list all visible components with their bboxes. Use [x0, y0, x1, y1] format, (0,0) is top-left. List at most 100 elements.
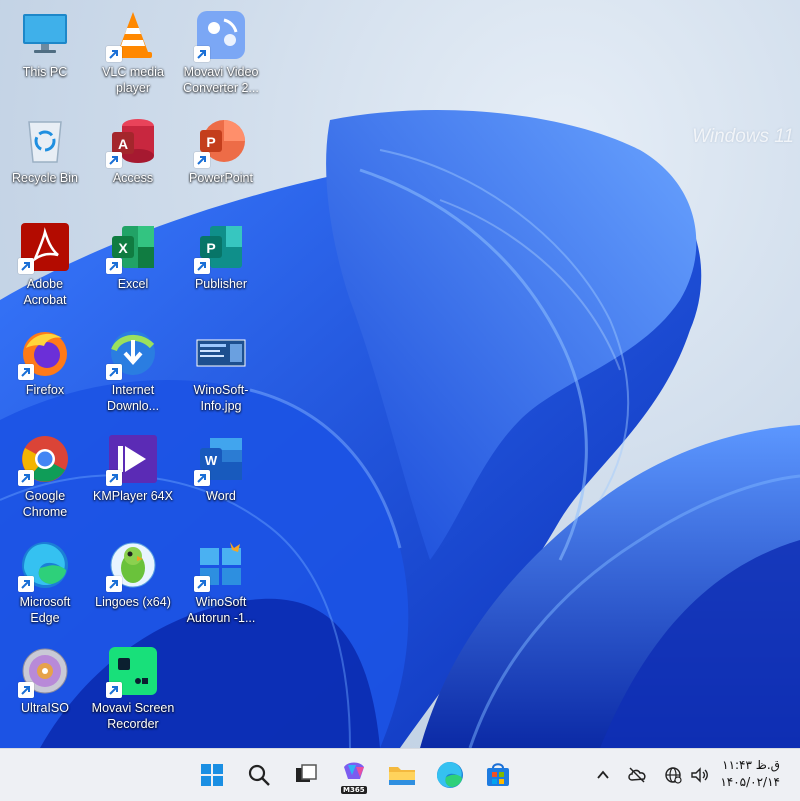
start-icon[interactable] — [196, 759, 228, 791]
desktop-icon-publisher[interactable]: P Publisher — [178, 222, 264, 292]
shortcut-arrow-icon — [194, 46, 210, 62]
desktop-icon-microsoft-edge[interactable]: Microsoft Edge — [2, 540, 88, 626]
icon-label: Movavi Video Converter 2... — [183, 65, 259, 95]
taskbar: M365 ۱۱:۴۳ ق.ظ ۱۴۰۵/۰۲/۱۴ — [0, 748, 800, 801]
shortcut-arrow-icon — [194, 576, 210, 592]
idm-icon — [106, 328, 158, 380]
volume-icon[interactable] — [688, 764, 710, 786]
watermark-title: Windows 11 — [692, 126, 794, 147]
desktop-icon-adobe-acrobat[interactable]: Adobe Acrobat — [2, 222, 88, 308]
chevron-up-icon[interactable] — [592, 764, 614, 786]
recycle-bin-icon — [20, 116, 70, 166]
svg-text:X: X — [118, 240, 128, 256]
desktop-icon-powerpoint[interactable]: P PowerPoint — [178, 116, 264, 186]
clock[interactable]: ۱۱:۴۳ ق.ظ ۱۴۰۵/۰۲/۱۴ — [720, 757, 780, 791]
svg-text:P: P — [206, 134, 215, 150]
edge-icon — [18, 540, 70, 592]
desktop-icon-vlc[interactable]: VLC media player — [90, 10, 176, 96]
shortcut-arrow-icon — [106, 258, 122, 274]
icon-label: Movavi Screen Recorder — [91, 701, 175, 731]
icon-label: Access — [112, 171, 154, 185]
icon-label: Google Chrome — [22, 489, 68, 519]
ultraiso-icon — [18, 646, 70, 698]
icon-label: Microsoft Edge — [19, 595, 71, 625]
shortcut-arrow-icon — [194, 152, 210, 168]
shortcut-arrow-icon — [106, 46, 122, 62]
desktop-icon-ultraiso[interactable]: UltraISO — [2, 646, 88, 716]
icon-label: Word — [206, 489, 236, 503]
monitor-icon — [20, 10, 70, 60]
shortcut-arrow-icon — [194, 470, 210, 486]
powerpoint-icon: P — [194, 116, 246, 168]
desktop-icon-lingoes[interactable]: Lingoes (x64) — [90, 540, 176, 610]
desktop-icon-internet-download-manager[interactable]: Internet Downlo... — [90, 328, 176, 414]
icon-label: KMPlayer 64X — [93, 489, 173, 503]
icon-label: Firefox — [25, 383, 65, 397]
icon-label: Publisher — [194, 277, 248, 291]
shortcut-arrow-icon — [106, 576, 122, 592]
clock-date: ۱۴۰۵/۰۲/۱۴ — [720, 775, 780, 789]
shortcut-arrow-icon — [106, 682, 122, 698]
desktop-icon-winosoft-autorun[interactable]: WinoSoft Autorun -1... — [178, 540, 264, 626]
shortcut-arrow-icon — [18, 682, 34, 698]
chrome-icon — [18, 434, 70, 486]
access-icon: A — [106, 116, 158, 168]
shortcut-arrow-icon — [106, 470, 122, 486]
firefox-icon — [18, 328, 70, 380]
m365-badge: M365 — [341, 786, 367, 794]
shortcut-arrow-icon — [18, 576, 34, 592]
desktop-icon-movavi-screen-recorder[interactable]: Movavi Screen Recorder — [90, 646, 176, 732]
clock-time: ۱۱:۴۳ ق.ظ — [722, 758, 780, 772]
network-globe-icon[interactable] — [662, 764, 684, 786]
shortcut-arrow-icon — [18, 258, 34, 274]
desktop[interactable]: Windows 11 This PC Recycle Bin Adobe Acr… — [0, 0, 800, 748]
desktop-icon-recycle-bin[interactable]: Recycle Bin — [2, 116, 88, 186]
svg-text:W: W — [205, 453, 218, 468]
search-icon[interactable] — [243, 759, 275, 791]
svg-text:A: A — [118, 136, 128, 152]
excel-icon: X — [106, 222, 158, 274]
shortcut-arrow-icon — [194, 258, 210, 274]
desktop-icon-firefox[interactable]: Firefox — [2, 328, 88, 398]
icon-label: Recycle Bin — [12, 171, 78, 185]
cloud-offline-icon[interactable] — [626, 764, 648, 786]
icon-label: UltraISO — [21, 701, 69, 715]
winosoft-autorun-icon — [194, 540, 246, 592]
desktop-icon-this-pc[interactable]: This PC — [2, 10, 88, 80]
icon-label: Internet Downlo... — [106, 383, 160, 413]
shortcut-arrow-icon — [106, 364, 122, 380]
desktop-icon-access[interactable]: A Access — [90, 116, 176, 186]
svg-text:P: P — [206, 240, 215, 256]
desktop-icon-movavi-video-converter[interactable]: Movavi Video Converter 2... — [178, 10, 264, 96]
microsoft-store-icon[interactable] — [482, 759, 514, 791]
icon-label: Lingoes (x64) — [95, 595, 171, 609]
acrobat-icon — [18, 222, 70, 274]
icon-label: VLC media player — [102, 65, 164, 95]
shortcut-arrow-icon — [18, 364, 34, 380]
os-watermark: Windows 11 — [692, 126, 794, 148]
vlc-icon — [106, 10, 158, 62]
icon-label: WinoSoft- Info.jpg — [193, 383, 249, 413]
icon-label: PowerPoint — [189, 171, 253, 185]
icon-label: WinoSoft Autorun -1... — [186, 595, 256, 625]
icon-label: Adobe Acrobat — [23, 277, 67, 307]
icon-label: This PC — [22, 65, 68, 79]
shortcut-arrow-icon — [18, 470, 34, 486]
m365-copilot-icon[interactable]: M365 — [338, 759, 370, 794]
word-icon: W — [194, 434, 246, 486]
desktop-icon-kmplayer[interactable]: KMPlayer 64X — [90, 434, 176, 504]
task-view-icon[interactable] — [290, 759, 322, 791]
desktop-icon-winosoft-info-jpg[interactable]: WinoSoft- Info.jpg — [178, 328, 264, 414]
kmplayer-icon — [106, 434, 158, 486]
icon-label: Excel — [117, 277, 149, 291]
movavi-converter-icon — [194, 10, 246, 62]
desktop-icon-excel[interactable]: X Excel — [90, 222, 176, 292]
edge-icon[interactable] — [434, 759, 466, 791]
desktop-icon-word[interactable]: W Word — [178, 434, 264, 504]
shortcut-arrow-icon — [106, 152, 122, 168]
desktop-icon-google-chrome[interactable]: Google Chrome — [2, 434, 88, 520]
movavi-recorder-icon — [106, 646, 158, 698]
file-explorer-icon[interactable] — [386, 759, 418, 791]
image-file-icon — [196, 328, 246, 378]
publisher-icon: P — [194, 222, 246, 274]
